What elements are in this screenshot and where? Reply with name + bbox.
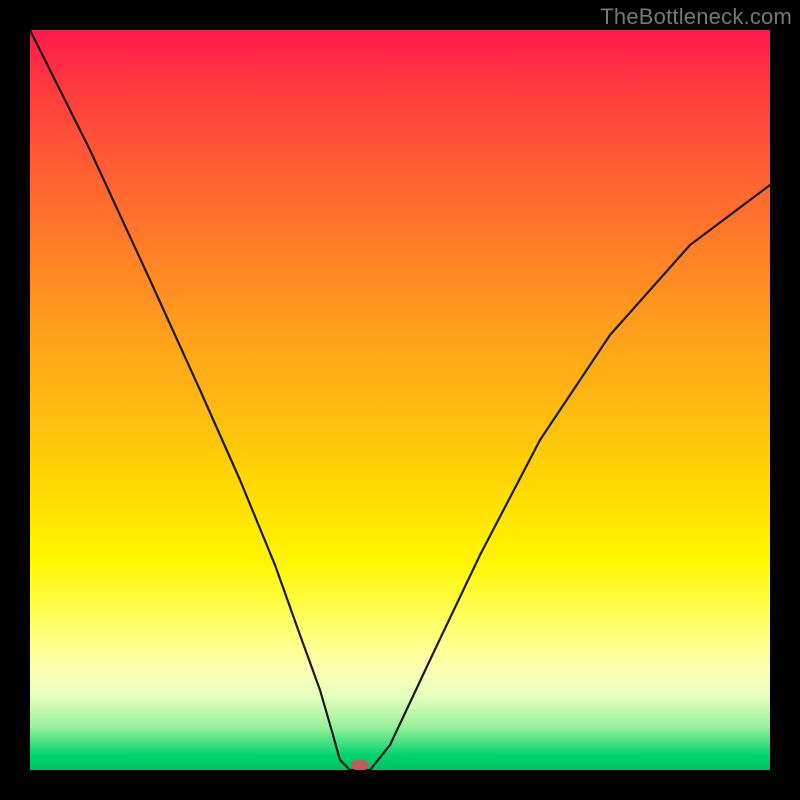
optimal-point-marker	[351, 760, 369, 770]
watermark-text: TheBottleneck.com	[600, 4, 792, 30]
plot-area	[30, 30, 770, 770]
chart-frame: TheBottleneck.com	[0, 0, 800, 800]
bottleneck-curve	[30, 30, 770, 770]
